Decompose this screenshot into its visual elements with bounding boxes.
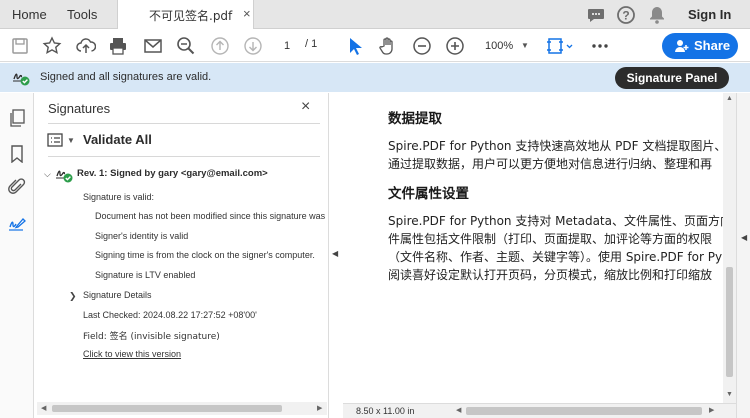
chevron-right-icon[interactable]: ❯ (69, 291, 77, 302)
upload-icon[interactable] (76, 36, 96, 56)
divider (48, 123, 320, 124)
app-tab-bar: Home Tools 不可见签名.pdf × ? Sign In (0, 0, 750, 30)
expand-right-panel-icon[interactable]: ◀ (741, 233, 747, 242)
page-number-input[interactable]: 1 (277, 37, 297, 55)
left-tool-rail (0, 93, 34, 418)
sign-in-link[interactable]: Sign In (688, 0, 731, 29)
options-list-icon[interactable] (47, 133, 63, 147)
scrollbar-thumb[interactable] (726, 267, 733, 377)
scroll-right-icon[interactable]: ▶ (317, 402, 322, 415)
signature-status-bar: Signed and all signatures are valid. Sig… (0, 63, 750, 92)
signature-valid-icon (56, 170, 73, 183)
share-person-icon (675, 40, 689, 52)
share-label: Share (694, 38, 731, 53)
scrollbar-thumb[interactable] (466, 407, 702, 415)
zoom-out-icon[interactable] (412, 36, 432, 56)
scroll-right-icon[interactable]: ▶ (709, 406, 714, 414)
signatures-panel: Signatures × ▼ Validate All ⌵ Rev. 1: Si… (35, 93, 329, 418)
ltv-text: Signature is LTV enabled (95, 270, 196, 280)
page-down-icon[interactable] (243, 36, 263, 56)
doc-paragraph-line: 阅读喜好设定默认打开页码，分页模式，缩放比例和打印缩放 (388, 268, 713, 282)
print-icon[interactable] (108, 36, 128, 56)
doc-heading: 文件属性设置 (388, 186, 469, 202)
attachment-icon[interactable] (8, 178, 26, 196)
panel-title: Signatures (48, 101, 111, 116)
scrollbar-thumb[interactable] (52, 405, 282, 412)
last-checked-text: Last Checked: 2024.08.22 17:27:52 +08'00… (83, 310, 257, 320)
doc-paragraph-line: （文件名称、作者、主题、关键字等）。使用 Spire.PDF for Py (388, 250, 723, 264)
tab-document[interactable]: 不可见签名.pdf × (117, 0, 254, 30)
bookmark-icon[interactable] (8, 145, 26, 163)
help-icon[interactable]: ? (616, 5, 636, 25)
zoom-search-icon[interactable] (176, 36, 196, 56)
doc-paragraph-line: Spire.PDF for Python 支持对 Metadata、文件属性、页… (388, 214, 723, 228)
close-tab-button[interactable]: × (243, 6, 251, 21)
pages-icon[interactable] (8, 109, 26, 127)
zoom-value: 100% (485, 40, 514, 52)
close-panel-button[interactable]: × (301, 98, 310, 116)
signature-status-message: Signed and all signatures are valid. (40, 71, 212, 83)
document-tab-title: 不可见签名.pdf (149, 9, 233, 23)
revision-item[interactable]: Rev. 1: Signed by gary <gary@email.com> (77, 168, 268, 179)
tab-home[interactable]: Home (12, 0, 47, 29)
status-bar: 8.50 x 11.00 in ◀ ▶ (343, 403, 736, 418)
chat-icon[interactable] (586, 5, 606, 25)
fit-page-icon[interactable] (546, 36, 574, 56)
signing-time-text: Signing time is from the clock on the si… (95, 250, 315, 260)
document-page: 数据提取 Spire.PDF for Python 支持快速高效地从 PDF 文… (343, 93, 723, 403)
signature-details-item[interactable]: Signature Details (83, 290, 152, 300)
email-icon[interactable] (143, 36, 163, 56)
right-rail: ◀ (736, 93, 750, 418)
field-text: Field: 签名 (invisible signature) (83, 332, 220, 342)
save-icon[interactable] (10, 36, 30, 56)
scroll-left-icon[interactable]: ◀ (456, 406, 461, 414)
zoom-in-icon[interactable] (445, 36, 465, 56)
signature-valid-text: Signature is valid: (83, 192, 155, 202)
page-total: / 1 (305, 38, 318, 50)
chevron-down-icon[interactable]: ⌵ (44, 169, 51, 180)
chevron-down-icon[interactable]: ▼ (67, 136, 75, 145)
share-button[interactable]: Share (662, 33, 738, 59)
page-size-text: 8.50 x 11.00 in (356, 406, 415, 416)
doc-heading: 数据提取 (388, 111, 442, 127)
divider (48, 156, 320, 157)
svg-text:?: ? (622, 9, 629, 23)
panel-horizontal-scrollbar[interactable]: ◀ ▶ (37, 402, 327, 415)
validate-all-button[interactable]: Validate All (83, 132, 152, 147)
chevron-down-icon: ▼ (521, 41, 529, 50)
select-cursor-icon[interactable] (345, 36, 365, 56)
hand-icon[interactable] (378, 36, 398, 56)
view-version-link[interactable]: Click to view this version (83, 349, 181, 359)
zoom-level-select[interactable]: 100% ▼ (480, 37, 532, 55)
identity-valid-text: Signer's identity is valid (95, 231, 189, 241)
doc-paragraph-line: 件属性包括文件限制（打印、页面提取、加评论等方面的权限 (388, 232, 713, 246)
scroll-up-icon[interactable]: ▲ (726, 95, 733, 102)
collapse-panel-icon[interactable]: ◀ (332, 249, 338, 258)
not-modified-text: Document has not been modified since thi… (95, 211, 326, 221)
page-up-icon[interactable] (210, 36, 230, 56)
bookmark-star-icon[interactable] (42, 36, 62, 56)
bell-icon[interactable] (647, 5, 667, 25)
scroll-down-icon[interactable]: ▼ (726, 391, 733, 398)
main-toolbar: 1 / 1 100% ▼ Share (0, 29, 750, 62)
more-icon[interactable] (590, 36, 610, 56)
doc-paragraph-line: Spire.PDF for Python 支持快速高效地从 PDF 文档提取图片… (388, 139, 723, 153)
doc-paragraph-line: 通过提取数据，用户可以更方便地对信息进行归纳、整理和再 (388, 157, 713, 171)
signature-panel-button[interactable]: Signature Panel (615, 67, 729, 89)
document-vertical-scrollbar[interactable]: ▲ ▼ (723, 93, 736, 403)
signature-pen-icon[interactable] (8, 215, 26, 233)
signature-valid-icon (13, 73, 30, 86)
scroll-left-icon[interactable]: ◀ (41, 402, 46, 415)
tab-tools[interactable]: Tools (67, 0, 97, 29)
